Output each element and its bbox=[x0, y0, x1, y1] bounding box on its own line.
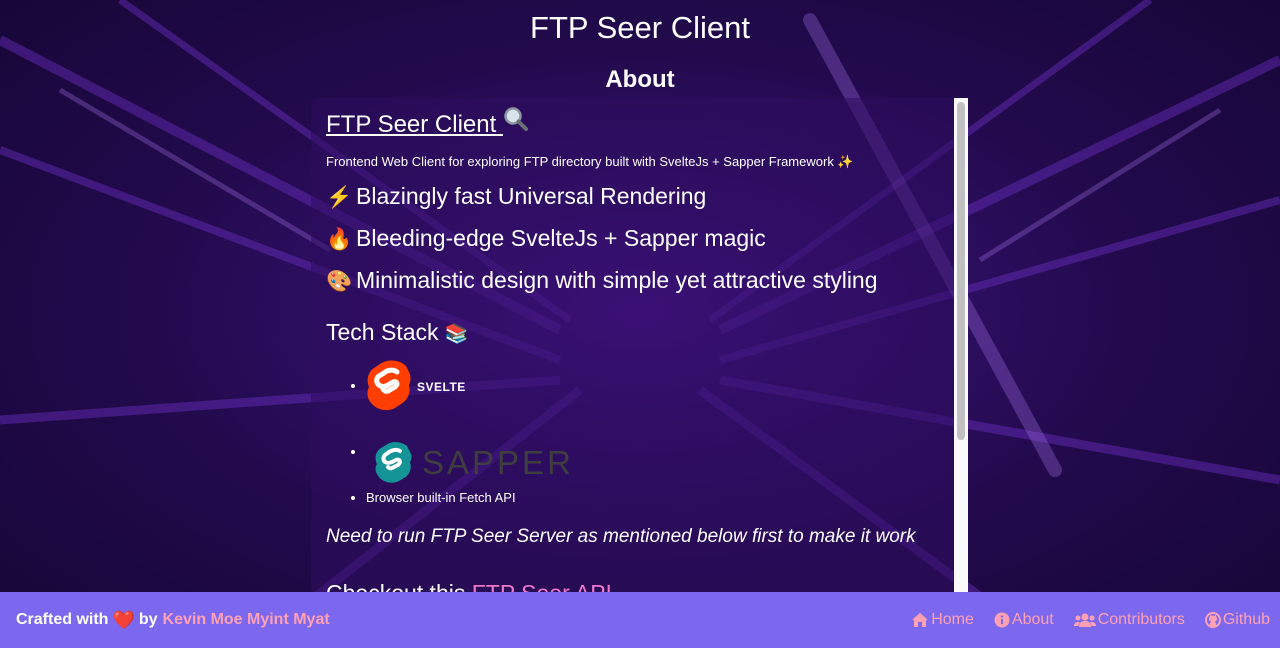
readme-panel[interactable]: FTP Seer Client Frontend Web Client for … bbox=[311, 98, 968, 592]
books-icon: 📚 bbox=[444, 324, 469, 345]
feature-item: 🎨 Minimalistic design with simple yet att… bbox=[326, 266, 956, 296]
page-heading: About bbox=[605, 66, 675, 93]
readme-title-text: FTP Seer Client bbox=[326, 111, 497, 138]
author-link[interactable]: Kevin Moe Myint Myat bbox=[163, 611, 330, 629]
tech-stack-title-text: Tech Stack bbox=[326, 319, 439, 345]
sapper-wordmark: SAPPER bbox=[422, 444, 574, 481]
server-note: Need to run FTP Seer Server as mentioned… bbox=[326, 526, 916, 547]
sapper-logo-icon bbox=[375, 442, 412, 483]
svelte-logo-icon bbox=[367, 360, 411, 411]
nav-contributors-label: Contributors bbox=[1097, 611, 1185, 628]
feature-text: Blazingly fast Universal Rendering bbox=[356, 183, 707, 209]
nav-home-label: Home bbox=[931, 611, 974, 628]
svelte-logo: SVELTE bbox=[366, 357, 466, 417]
info-circle-icon bbox=[994, 612, 1010, 628]
scrollbar-thumb[interactable] bbox=[957, 102, 965, 440]
nav-github[interactable]: Github bbox=[1204, 611, 1270, 629]
nav-github-label: Github bbox=[1222, 611, 1270, 628]
svelte-wordmark: SVELTE bbox=[417, 380, 466, 394]
checkout-line: Checkout this FTP Seer API bbox=[326, 579, 956, 592]
footer-credit: Crafted with ❤️ by Kevin Moe Myint Myat bbox=[16, 610, 330, 631]
feature-item: 🔥 Bleeding-edge SvelteJs + Sapper magic bbox=[326, 224, 956, 254]
tech-item-sapper: SAPPER bbox=[366, 417, 956, 489]
sapper-logo: SAPPER bbox=[374, 437, 574, 489]
palette-icon: 🎨 bbox=[326, 270, 353, 293]
readme-tagline: Frontend Web Client for exploring FTP di… bbox=[326, 154, 854, 169]
tech-item-svelte: SVELTE bbox=[366, 357, 956, 417]
nav-about[interactable]: About bbox=[994, 611, 1054, 629]
feature-item: ⚡ Blazingly fast Universal Rendering bbox=[326, 182, 956, 212]
site-title: FTP Seer Client bbox=[530, 10, 750, 45]
nav-about-label: About bbox=[1011, 611, 1054, 628]
crafted-text: Crafted with bbox=[16, 611, 109, 628]
feature-text: Minimalistic design with simple yet attr… bbox=[356, 267, 878, 293]
panel-scrollbar[interactable] bbox=[954, 98, 968, 592]
feature-text: Bleeding-edge SvelteJs + Sapper magic bbox=[356, 225, 766, 251]
nav-home[interactable]: Home bbox=[911, 611, 974, 629]
users-icon bbox=[1073, 613, 1096, 627]
checkout-prefix: Checkout this bbox=[326, 580, 472, 592]
tech-item-fetch: Browser built-in Fetch API bbox=[366, 489, 956, 507]
footer-nav: Home About Contributors Github bbox=[891, 611, 1270, 629]
nav-contributors[interactable]: Contributors bbox=[1073, 611, 1185, 629]
ftp-seer-api-link[interactable]: FTP Seer API bbox=[472, 580, 612, 592]
tech-stack-title: Tech Stack 📚 bbox=[326, 318, 956, 349]
readme-title: FTP Seer Client bbox=[326, 106, 529, 140]
github-icon bbox=[1204, 612, 1221, 628]
tech-stack-list: SVELTE SAPPER Browser built-in Fetch API bbox=[326, 357, 956, 507]
magnifier-icon bbox=[503, 106, 529, 140]
home-icon bbox=[912, 613, 929, 627]
footer-bar: Crafted with ❤️ by Kevin Moe Myint Myat … bbox=[0, 592, 1280, 648]
heart-icon: ❤️ bbox=[112, 609, 135, 630]
by-text: by bbox=[138, 611, 158, 628]
fire-icon: 🔥 bbox=[326, 228, 353, 251]
feature-list: ⚡ Blazingly fast Universal Rendering 🔥 Ble… bbox=[326, 182, 956, 296]
readme-content: FTP Seer Client Frontend Web Client for … bbox=[326, 98, 956, 592]
lightning-icon: ⚡ bbox=[326, 186, 353, 209]
